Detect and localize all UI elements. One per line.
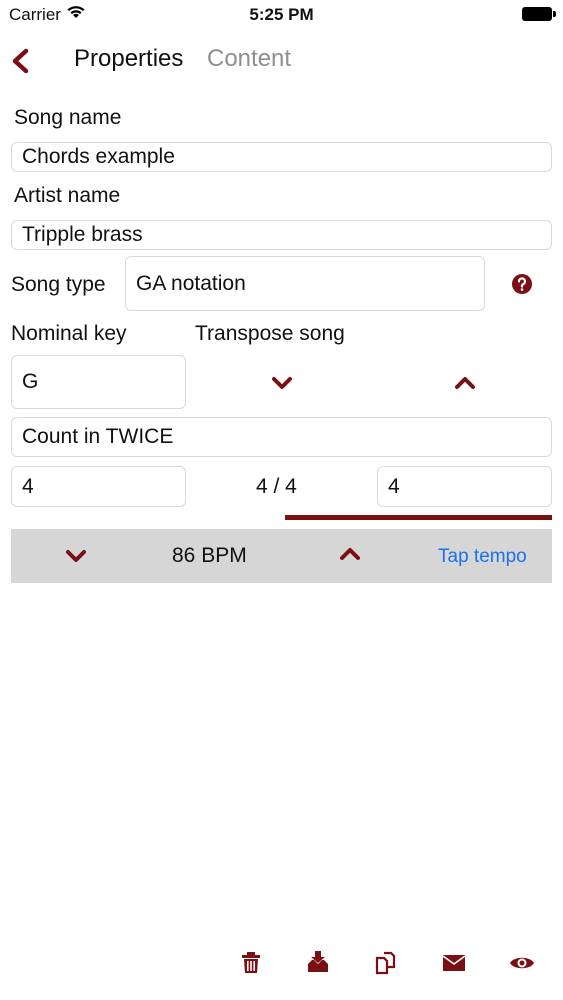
preview-button[interactable] bbox=[509, 950, 535, 976]
transpose-label: Transpose song bbox=[195, 322, 345, 345]
copy-button[interactable] bbox=[373, 950, 399, 976]
song-type-value: GA notation bbox=[136, 271, 246, 295]
tempo-bar: 86 BPM Tap tempo bbox=[11, 529, 552, 583]
tab-content[interactable]: Content bbox=[207, 45, 291, 73]
import-button[interactable] bbox=[305, 949, 331, 975]
chevron-up-icon bbox=[340, 548, 360, 560]
chevron-down-icon bbox=[272, 377, 292, 389]
question-icon bbox=[512, 274, 532, 294]
eye-icon bbox=[510, 957, 534, 969]
song-name-field[interactable]: Chords example bbox=[11, 142, 552, 172]
transpose-down-button[interactable] bbox=[269, 373, 295, 393]
nominal-key-field[interactable]: G bbox=[11, 355, 186, 409]
song-type-field[interactable]: GA notation bbox=[125, 256, 485, 311]
nominal-key-value: G bbox=[22, 370, 39, 393]
artist-name-label: Artist name bbox=[14, 184, 121, 207]
tap-tempo-button[interactable]: Tap tempo bbox=[438, 546, 527, 568]
tempo-down-button[interactable] bbox=[63, 546, 89, 566]
tempo-up-button[interactable] bbox=[337, 544, 363, 564]
mail-button[interactable] bbox=[441, 950, 467, 976]
chevron-down-icon bbox=[66, 550, 86, 562]
artist-name-field[interactable]: Tripple brass bbox=[11, 220, 552, 250]
trash-icon bbox=[242, 952, 260, 973]
time-sig-right-value: 4 bbox=[388, 474, 400, 498]
time-sig-underline bbox=[285, 515, 552, 520]
chevron-up-icon bbox=[455, 377, 475, 389]
time-sig-left-field[interactable]: 4 bbox=[11, 466, 186, 507]
song-name-label: Song name bbox=[14, 106, 122, 129]
bpm-display: 86 BPM bbox=[172, 544, 247, 567]
copy-icon bbox=[375, 951, 396, 975]
time-signature-display: 4 / 4 bbox=[256, 475, 297, 498]
count-in-value: Count in TWICE bbox=[22, 425, 174, 448]
count-in-field[interactable]: Count in TWICE bbox=[11, 417, 552, 457]
song-name-value: Chords example bbox=[22, 145, 175, 168]
tab-properties[interactable]: Properties bbox=[74, 45, 183, 73]
back-button[interactable] bbox=[8, 47, 34, 75]
delete-button[interactable] bbox=[238, 950, 264, 976]
battery-icon bbox=[522, 7, 556, 21]
status-bar: Carrier 5:25 PM bbox=[0, 0, 563, 30]
import-icon bbox=[308, 951, 328, 972]
clock: 5:25 PM bbox=[249, 5, 314, 24]
nominal-key-label: Nominal key bbox=[11, 322, 127, 345]
time-sig-left-value: 4 bbox=[22, 474, 34, 498]
song-type-label: Song type bbox=[11, 273, 106, 296]
time-sig-right-field[interactable]: 4 bbox=[377, 466, 552, 507]
artist-name-value: Tripple brass bbox=[22, 223, 143, 246]
mail-icon bbox=[442, 955, 466, 971]
chevron-left-icon bbox=[12, 48, 29, 74]
transpose-up-button[interactable] bbox=[452, 373, 478, 393]
help-button[interactable] bbox=[511, 273, 533, 295]
